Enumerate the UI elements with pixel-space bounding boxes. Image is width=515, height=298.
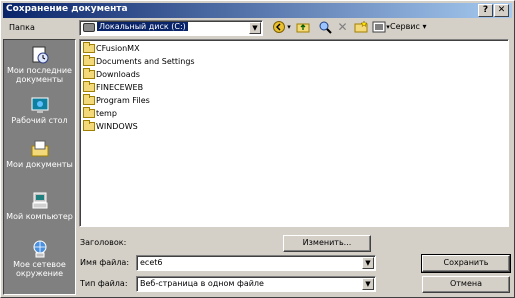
save-button[interactable]: Сохранить [421,254,511,273]
folder-icon [83,42,95,53]
recent-documents-icon [32,46,48,64]
window-title: Сохранение документа [6,4,128,14]
filename-combo[interactable]: ecet6 ▼ [136,255,376,271]
place-my-computer[interactable]: Мой компьютер [4,192,75,221]
desktop-icon [31,97,48,113]
new-folder-icon[interactable] [353,20,368,35]
change-title-button[interactable]: Изменить... [283,235,371,252]
folder-icon [83,55,95,66]
close-button[interactable]: ✕ [494,4,509,17]
filetype-value: Веб-страница в одном файле [140,279,264,288]
folder-icon [83,81,95,92]
chevron-down-icon[interactable]: ▼ [362,257,374,269]
places-bar: Мои последние документы Рабочий стол Мои… [3,39,76,295]
lookin-label: Папка [9,23,35,32]
place-my-documents[interactable]: Мои документы [4,140,75,169]
filetype-label: Тип файла: [80,279,128,288]
service-menu[interactable]: Сервис ▾ [390,22,426,31]
back-icon[interactable] [271,20,286,35]
place-label: Рабочий стол [11,116,68,125]
place-desktop[interactable]: Рабочий стол [4,96,75,125]
help-button[interactable]: ? [478,4,493,17]
list-item[interactable]: Program Files [83,94,150,108]
folder-icon [83,68,95,79]
chevron-down-icon[interactable]: ▼ [249,22,261,34]
folder-icon [83,120,95,131]
folder-icon [83,94,95,105]
file-list[interactable]: CFusionMX Documents and Settings Downloa… [79,39,509,227]
chevron-down-icon[interactable]: ▼ [362,278,374,290]
list-item[interactable]: WINDOWS [83,120,138,134]
place-label: Мои документы [6,160,73,169]
cancel-button[interactable]: Отмена [422,276,510,293]
place-label: Мое сетевое окружение [13,260,66,278]
my-computer-icon [32,192,47,209]
delete-icon[interactable]: ✕ [335,20,350,35]
back-dropdown-icon[interactable]: ▾ [285,20,293,35]
place-label: Мои последние документы [7,66,72,84]
filename-value: ecet6 [140,258,163,267]
lookin-dropdown[interactable]: Локальный диск (C:) ▼ [79,20,263,36]
list-item[interactable]: FINECEWEB [83,81,143,95]
place-network[interactable]: Мое сетевое окружение [4,240,75,278]
title-bar[interactable]: Сохранение документа ? ✕ [3,3,512,18]
network-icon [33,240,46,258]
filetype-select[interactable]: Веб-страница в одном файле ▼ [136,276,376,292]
list-item[interactable]: CFusionMX [83,42,140,56]
place-recent[interactable]: Мои последние документы [4,46,75,84]
search-web-icon[interactable] [317,20,332,35]
save-dialog: Сохранение документа ? ✕ Папка Локальный… [0,0,515,298]
heading-label: Заголовок: [80,238,127,247]
list-item[interactable]: Documents and Settings [83,55,195,69]
my-documents-icon [31,140,48,157]
list-item[interactable]: Downloads [83,68,140,82]
up-folder-icon[interactable] [295,20,310,35]
drive-icon [83,23,95,32]
filename-label: Имя файла: [80,258,130,267]
place-label: Мой компьютер [6,212,73,221]
folder-icon [83,107,95,118]
lookin-value: Локальный диск (C:) [97,22,188,31]
